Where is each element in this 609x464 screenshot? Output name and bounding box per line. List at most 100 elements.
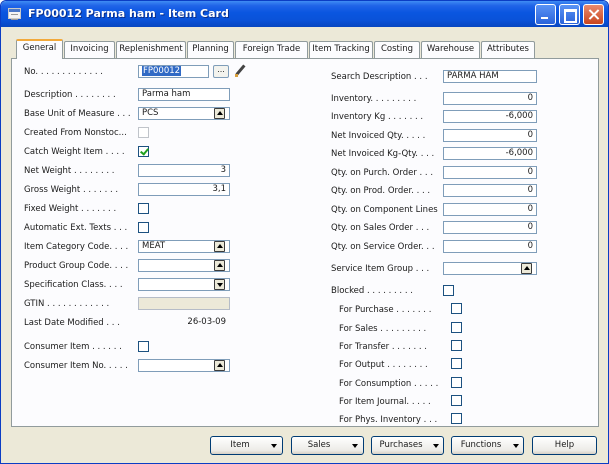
close-button[interactable]: [583, 4, 604, 25]
purchases-button-label: Purchases: [379, 440, 423, 450]
item-category-label: Item Category Code. . . .: [24, 242, 129, 252]
for-output-checkbox[interactable]: [451, 358, 462, 369]
qty-purch-order-field[interactable]: 0: [443, 166, 537, 179]
blocked-label: Blocked . . . . . . . . .: [331, 286, 413, 296]
window-title: FP00012 Parma ham - Item Card: [28, 7, 229, 20]
chevron-down-icon: [433, 444, 439, 448]
net-weight-field[interactable]: 3: [138, 164, 230, 177]
created-from-nonstock-checkbox[interactable]: [138, 127, 149, 138]
gtin-field[interactable]: [138, 297, 230, 310]
fixed-weight-checkbox[interactable]: [138, 203, 149, 214]
tab-costing[interactable]: Costing: [374, 41, 420, 58]
qty-component-lines-label: Qty. on Component Lines: [331, 205, 438, 215]
net-weight-label: Net Weight . . . . . . . .: [24, 166, 115, 176]
help-button[interactable]: Help: [532, 436, 597, 455]
tab-general[interactable]: General: [16, 39, 63, 59]
sales-menu-button[interactable]: Sales: [291, 436, 364, 455]
form-icon: [8, 8, 21, 20]
qty-sales-order-field[interactable]: 0: [443, 221, 537, 234]
last-date-modified-value: 26-03-09: [138, 316, 230, 329]
inventory-field[interactable]: 0: [443, 92, 537, 105]
ellipsis-icon: ...: [217, 65, 225, 74]
for-transfer-label: For Transfer . . . . . . .: [339, 342, 427, 352]
close-icon: [584, 5, 603, 24]
blocked-checkbox[interactable]: [443, 285, 454, 296]
auto-ext-texts-checkbox[interactable]: [138, 222, 149, 233]
chevron-down-icon: [352, 444, 358, 448]
for-purchase-label: For Purchase . . . . . . .: [339, 305, 432, 315]
item-category-lookup-icon[interactable]: [214, 241, 225, 252]
gross-weight-label: Gross Weight . . . . . . .: [24, 185, 119, 195]
auto-ext-texts-label: Automatic Ext. Texts . . .: [24, 223, 128, 233]
consumer-item-no-lookup-icon[interactable]: [214, 360, 225, 371]
title-bar[interactable]: FP00012 Parma ham - Item Card: [1, 1, 608, 27]
no-value: FP00012: [142, 66, 182, 76]
product-group-label: Product Group Code. . . .: [24, 261, 129, 271]
for-phys-inventory-label: For Phys. Inventory . . .: [339, 415, 438, 425]
for-phys-inventory-checkbox[interactable]: [451, 413, 462, 424]
for-sales-label: For Sales . . . . . . . . .: [339, 324, 427, 334]
specification-class-label: Specification Class. . . .: [24, 280, 123, 290]
for-item-journal-checkbox[interactable]: [451, 395, 462, 406]
no-field[interactable]: FP00012: [138, 65, 209, 78]
for-transfer-checkbox[interactable]: [451, 340, 462, 351]
consumer-item-checkbox[interactable]: [138, 341, 149, 352]
qty-prod-order-field[interactable]: 0: [443, 184, 537, 197]
fixed-weight-label: Fixed Weight . . . . . . .: [24, 204, 117, 214]
assist-edit-button[interactable]: ...: [213, 65, 229, 78]
net-invoiced-qty-label: Net Invoiced Qty. . . . .: [331, 131, 426, 141]
tab-item-tracking[interactable]: Item Tracking: [309, 41, 373, 58]
chevron-down-icon: [513, 444, 519, 448]
maximize-icon: [560, 5, 579, 24]
tab-warehouse[interactable]: Warehouse: [421, 41, 480, 58]
for-consumption-checkbox[interactable]: [451, 377, 462, 388]
for-consumption-label: For Consumption . . . . .: [339, 379, 439, 389]
item-card-window: FP00012 Parma ham - Item Card General In…: [0, 0, 609, 464]
product-group-lookup-icon[interactable]: [214, 260, 225, 271]
search-description-label: Search Description . . .: [331, 72, 428, 82]
created-from-nonstock-label: Created From Nonstoc...: [24, 128, 127, 138]
help-button-label: Help: [554, 440, 575, 450]
minimize-button[interactable]: [535, 4, 556, 25]
functions-menu-button[interactable]: Functions: [451, 436, 524, 455]
net-invoiced-qty-field[interactable]: 0: [443, 129, 537, 142]
maximize-button[interactable]: [559, 4, 580, 25]
service-item-group-label: Service Item Group . . .: [331, 264, 430, 274]
purchases-menu-button[interactable]: Purchases: [371, 436, 444, 455]
tab-invoicing[interactable]: Invoicing: [64, 41, 115, 58]
search-description-field[interactable]: PARMA HAM: [443, 70, 537, 83]
item-button-label: Item: [230, 440, 250, 450]
gtin-label: GTIN . . . . . . . . . . . .: [24, 299, 110, 309]
for-purchase-checkbox[interactable]: [451, 303, 462, 314]
tab-planning[interactable]: Planning: [187, 41, 234, 58]
base-uom-label: Base Unit of Measure . . .: [24, 109, 131, 119]
qty-service-order-field[interactable]: 0: [443, 240, 537, 253]
net-invoiced-kg-qty-label: Net Invoiced Kg-Qty. . . .: [331, 149, 435, 159]
specification-class-dropdown-icon[interactable]: [214, 279, 225, 290]
tab-foreign-trade[interactable]: Foreign Trade: [235, 41, 308, 58]
item-menu-button[interactable]: Item: [210, 436, 283, 455]
description-field[interactable]: Parma ham: [138, 88, 230, 101]
tab-attributes[interactable]: Attributes: [481, 41, 535, 58]
for-output-label: For Output . . . . . . . .: [339, 360, 428, 370]
tab-replenishment[interactable]: Replenishment: [116, 41, 186, 58]
for-sales-checkbox[interactable]: [451, 322, 462, 333]
last-date-modified-label: Last Date Modified . . .: [24, 318, 120, 328]
chevron-down-icon: [271, 444, 277, 448]
inventory-kg-label: Inventory Kg . . . . . . .: [331, 112, 424, 122]
qty-component-lines-field[interactable]: 0: [443, 203, 537, 216]
base-uom-lookup-icon[interactable]: [214, 108, 225, 119]
catch-weight-label: Catch Weight Item . . . .: [24, 147, 125, 157]
sales-button-label: Sales: [307, 440, 331, 450]
net-invoiced-kg-qty-field[interactable]: -6,000: [443, 147, 537, 160]
minimize-icon: [536, 5, 555, 24]
pencil-icon[interactable]: [233, 64, 247, 78]
service-item-group-lookup-icon[interactable]: [521, 263, 532, 274]
for-item-journal-label: For Item Journal. . . . .: [339, 397, 431, 407]
consumer-item-label: Consumer Item . . . . . .: [24, 342, 122, 352]
catch-weight-checkbox[interactable]: [138, 146, 149, 157]
qty-service-order-label: Qty. on Service Order. . .: [331, 242, 435, 252]
gross-weight-field[interactable]: 3,1: [138, 183, 230, 196]
consumer-item-no-label: Consumer Item No. . . . .: [24, 361, 128, 371]
inventory-kg-field[interactable]: -6,000: [443, 110, 537, 123]
